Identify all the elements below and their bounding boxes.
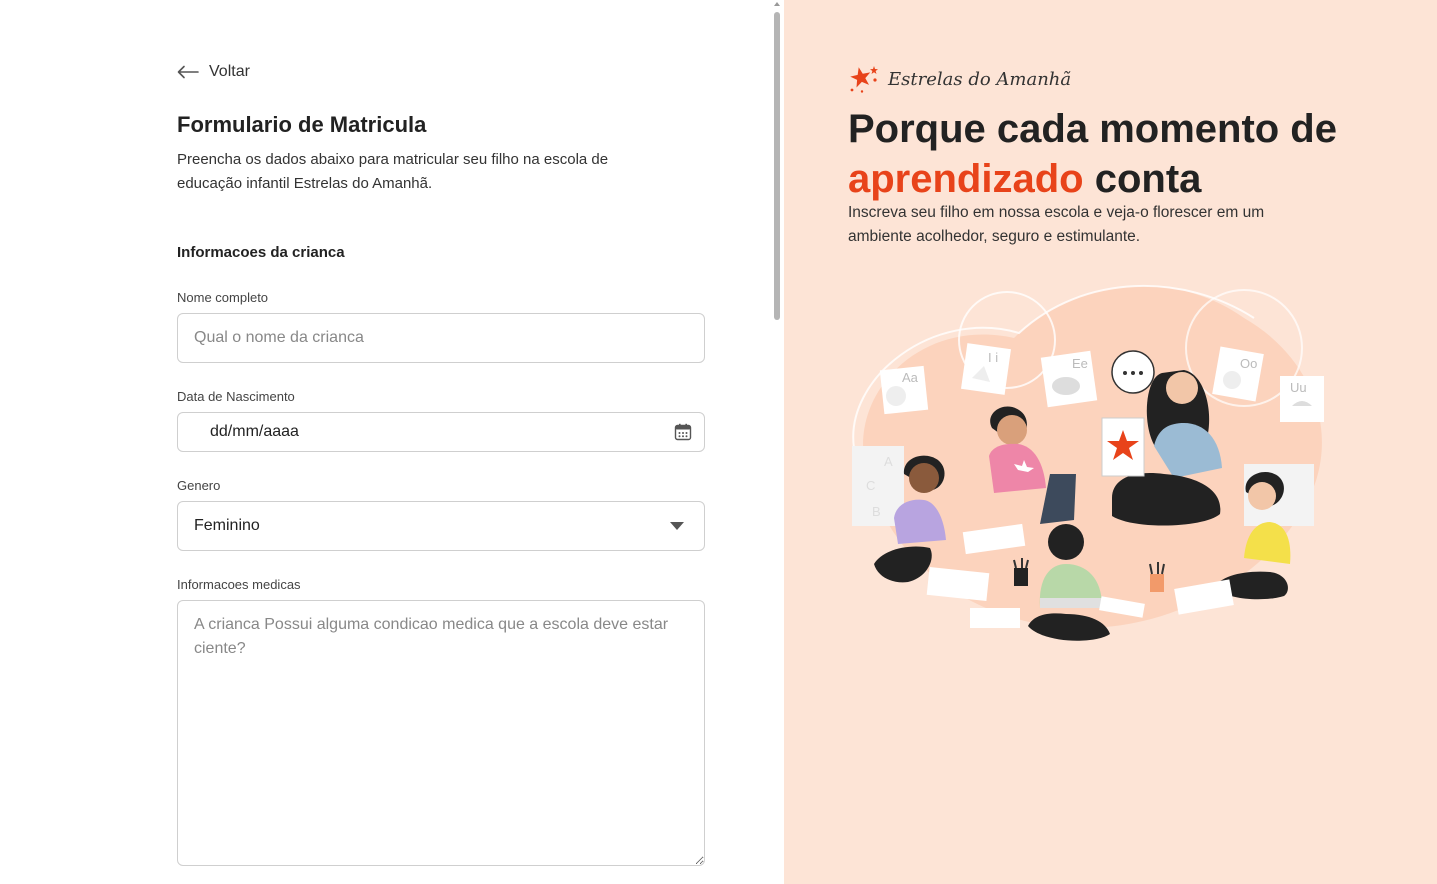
- svg-text:B: B: [872, 504, 881, 519]
- full-name-input[interactable]: [177, 313, 705, 363]
- headline-part-2: conta: [1083, 157, 1202, 201]
- stars-logo-icon: [850, 66, 878, 93]
- svg-text:C: C: [866, 478, 875, 493]
- scrollbar[interactable]: [771, 0, 784, 884]
- gender-selected-value: Feminino: [194, 517, 260, 534]
- section-title-child-info: Informacoes da crianca: [177, 244, 345, 261]
- scrollbar-thumb[interactable]: [774, 12, 780, 320]
- scroll-up-arrow-icon[interactable]: [774, 2, 780, 6]
- page-title: Formulario de Matricula: [177, 112, 427, 137]
- medical-info-label: Informacoes medicas: [177, 577, 301, 592]
- letter-card-ee: Ee: [1040, 350, 1098, 408]
- birth-date-input[interactable]: dd/mm/aaaa: [177, 412, 705, 452]
- brand: Estrelas do Amanhã: [848, 64, 1071, 94]
- full-name-label: Nome completo: [177, 290, 269, 305]
- chevron-down-icon: [670, 522, 684, 530]
- medical-info-textarea[interactable]: [177, 600, 705, 866]
- speech-bubble: [1111, 350, 1155, 394]
- svg-text:Uu: Uu: [1290, 380, 1307, 395]
- birth-date-value: dd/mm/aaaa: [210, 423, 299, 440]
- arrow-left-icon: [177, 65, 199, 79]
- svg-text:Oo: Oo: [1240, 356, 1257, 371]
- page-subtitle: Preencha os dados abaixo para matricular…: [177, 151, 609, 192]
- gender-label: Genero: [177, 478, 221, 493]
- brand-name: Estrelas do Amanhã: [888, 68, 1072, 90]
- svg-text:I i: I i: [988, 350, 998, 365]
- letter-card-ii: I i: [961, 343, 1011, 395]
- headline-accent: aprendizado: [848, 157, 1084, 201]
- headline-part-1: Porque cada momento de: [848, 107, 1337, 151]
- back-link[interactable]: Voltar: [177, 63, 250, 81]
- gender-select[interactable]: Feminino: [177, 501, 705, 551]
- classroom-illustration: Aa I i Ee Oo Uu A C B: [852, 284, 1324, 641]
- letter-card-uu: Uu: [1280, 376, 1324, 422]
- calendar-icon[interactable]: [674, 423, 692, 441]
- birth-date-label: Data de Nascimento: [177, 389, 295, 404]
- hero-headline: Porque cada momento de aprendizado conta: [848, 104, 1408, 204]
- letter-card-oo: Oo: [1212, 346, 1264, 402]
- svg-text:Ee: Ee: [1072, 356, 1088, 371]
- back-link-label: Voltar: [209, 63, 250, 80]
- svg-text:A: A: [884, 454, 893, 469]
- letter-card-aa: Aa: [879, 365, 929, 415]
- form-pane: Voltar Formulario de Matricula Preencha …: [0, 0, 784, 884]
- hero-pane: Estrelas do Amanhã Porque cada momento d…: [784, 0, 1437, 884]
- svg-text:Aa: Aa: [902, 370, 919, 385]
- hero-lead: Inscreva seu filho em nossa escola e vej…: [848, 204, 1265, 245]
